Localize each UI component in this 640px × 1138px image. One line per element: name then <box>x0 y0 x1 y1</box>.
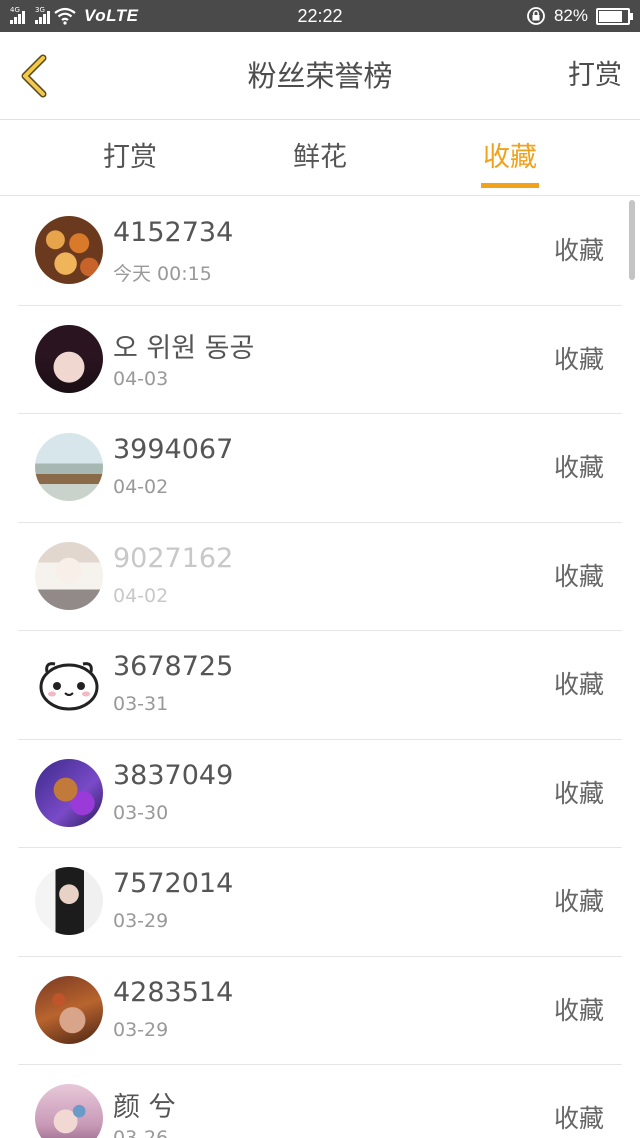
action-label: 收藏 <box>553 236 604 265</box>
scrollbar[interactable] <box>629 200 635 280</box>
status-bar: 4G 3G VoLTE 22:22 82% <box>0 0 640 32</box>
fan-name: 오 위원 동공 <box>113 332 255 364</box>
tab-flowers[interactable]: 鲜花 <box>260 120 380 196</box>
fan-name: 3678725 <box>113 651 234 682</box>
avatar <box>35 433 103 501</box>
list-item[interactable]: 3837049 03-30 收藏 <box>18 740 622 848</box>
fan-name: 颜 兮 <box>113 1092 176 1123</box>
avatar <box>35 541 103 610</box>
action-label: 收藏 <box>553 1104 604 1133</box>
fan-name: 7572014 <box>113 868 234 899</box>
fan-name: 3837049 <box>113 759 234 791</box>
fan-date: 03-29 <box>113 1018 169 1041</box>
status-right: 82% <box>526 0 633 32</box>
action-label: 收藏 <box>553 453 604 482</box>
tab-bar: 打赏 鲜花 收藏 <box>0 120 640 196</box>
fan-date: 04-03 <box>113 367 169 390</box>
list-item[interactable]: 3678725 03-31 收藏 <box>18 631 622 740</box>
fan-date: 03-30 <box>113 801 169 824</box>
avatar <box>35 1084 103 1138</box>
list-item[interactable]: 4283514 03-29 收藏 <box>18 957 622 1065</box>
avatar <box>35 867 103 935</box>
fan-list[interactable]: 4152734 今天 00:15 收藏 오 위원 동공 04-03 收藏 399… <box>0 197 640 1138</box>
fan-name: 4152734 <box>113 217 234 248</box>
action-label: 收藏 <box>553 887 604 916</box>
list-item[interactable]: 3994067 04-02 收藏 <box>18 414 622 523</box>
fan-date: 03-29 <box>113 910 169 932</box>
avatar <box>35 216 103 284</box>
header: 粉丝荣誉榜 打赏 <box>0 32 640 120</box>
action-label: 收藏 <box>553 778 604 808</box>
fan-date: 04-02 <box>113 476 169 498</box>
action-label: 收藏 <box>553 344 604 374</box>
avatar <box>35 324 103 393</box>
action-label: 收藏 <box>553 561 604 591</box>
page-title: 粉丝荣誉榜 <box>247 59 393 93</box>
list-item[interactable]: 9027162 04-02 收藏 <box>18 523 622 631</box>
list-item[interactable]: 4152734 今天 00:15 收藏 <box>18 197 622 306</box>
fan-name: 3994067 <box>113 434 234 465</box>
reward-button[interactable]: 打赏 <box>568 32 622 120</box>
avatar <box>35 758 103 827</box>
fan-name: 4283514 <box>113 976 234 1008</box>
battery-percent: 82% <box>553 6 588 25</box>
action-label: 收藏 <box>553 995 604 1025</box>
fan-date: 03-31 <box>113 693 169 715</box>
active-tab-indicator <box>481 183 539 188</box>
bear-face-icon <box>39 662 99 711</box>
list-item[interactable]: 颜 兮 03-26 收藏 <box>18 1065 622 1138</box>
fan-date: 04-02 <box>113 584 169 607</box>
battery-icon <box>596 7 633 25</box>
battery-fill <box>599 10 622 22</box>
rotation-lock-icon <box>527 7 545 25</box>
fan-date: 今天 00:15 <box>113 263 212 285</box>
fan-name: 9027162 <box>113 542 234 574</box>
fan-date: 03-26 <box>113 1127 169 1138</box>
action-label: 收藏 <box>553 670 604 699</box>
list-item[interactable]: 7572014 03-29 收藏 <box>18 848 622 957</box>
avatar <box>35 975 103 1044</box>
list-item[interactable]: 오 위원 동공 04-03 收藏 <box>18 306 622 414</box>
avatar <box>35 650 103 718</box>
tab-reward[interactable]: 打赏 <box>70 120 190 196</box>
